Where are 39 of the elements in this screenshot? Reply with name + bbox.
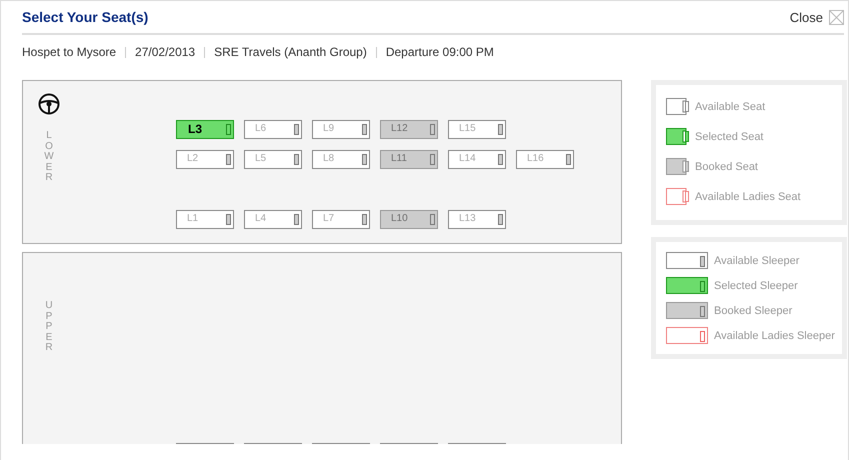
dialog-title: Select Your Seat(s): [22, 9, 148, 25]
legend-label: Available Sleeper: [714, 254, 800, 266]
sleeper-berth[interactable]: L15: [448, 120, 506, 139]
trip-info: Hospet to Mysore: [22, 45, 116, 59]
legend-label: Selected Sleeper: [714, 280, 798, 292]
trip-info: SRE Travels (Ananth Group): [214, 45, 367, 59]
legend-label: Booked Seat: [695, 160, 758, 172]
sleeper-berth[interactable]: L1: [176, 210, 234, 229]
steering-wheel-icon: [38, 93, 60, 115]
sleeper-edge: [312, 443, 370, 444]
sleeper-berth: L11: [380, 150, 438, 169]
legend-label: Selected Seat: [695, 130, 764, 142]
close-button[interactable]: Close: [790, 10, 844, 24]
deck-label: LOWER: [44, 131, 54, 184]
legend-label: Booked Sleeper: [714, 304, 792, 316]
sleeper-edge: [380, 443, 438, 444]
sleeper-berth[interactable]: L6: [244, 120, 302, 139]
sleeper-berth[interactable]: L5: [244, 150, 302, 169]
sleeper-berth[interactable]: L14: [448, 150, 506, 169]
sleeper-berth[interactable]: L2: [176, 150, 234, 169]
sleeper-edge: [244, 443, 302, 444]
legend-label: Available Seat: [695, 100, 766, 112]
sleeper-berth[interactable]: L9: [312, 120, 370, 139]
sleeper-berth: L10: [380, 210, 438, 229]
sleeper-edge: [448, 443, 506, 444]
legend-label: Available Ladies Seat: [695, 190, 801, 202]
trip-info: Departure 09:00 PM: [386, 45, 494, 59]
sleeper-berth: L12: [380, 120, 438, 139]
deck-label: UPPER: [44, 301, 54, 354]
sleeper-berth[interactable]: L16: [516, 150, 574, 169]
sleeper-berth[interactable]: L4: [244, 210, 302, 229]
sleeper-berth[interactable]: L3: [176, 120, 234, 139]
sleeper-berth[interactable]: L13: [448, 210, 506, 229]
sleeper-berth[interactable]: L8: [312, 150, 370, 169]
trip-info: 27/02/2013: [135, 45, 196, 59]
close-icon: [829, 10, 844, 24]
legend-label: Available Ladies Sleeper: [714, 330, 835, 342]
sleeper-berth[interactable]: L7: [312, 210, 370, 229]
sleeper-edge: [176, 443, 234, 444]
